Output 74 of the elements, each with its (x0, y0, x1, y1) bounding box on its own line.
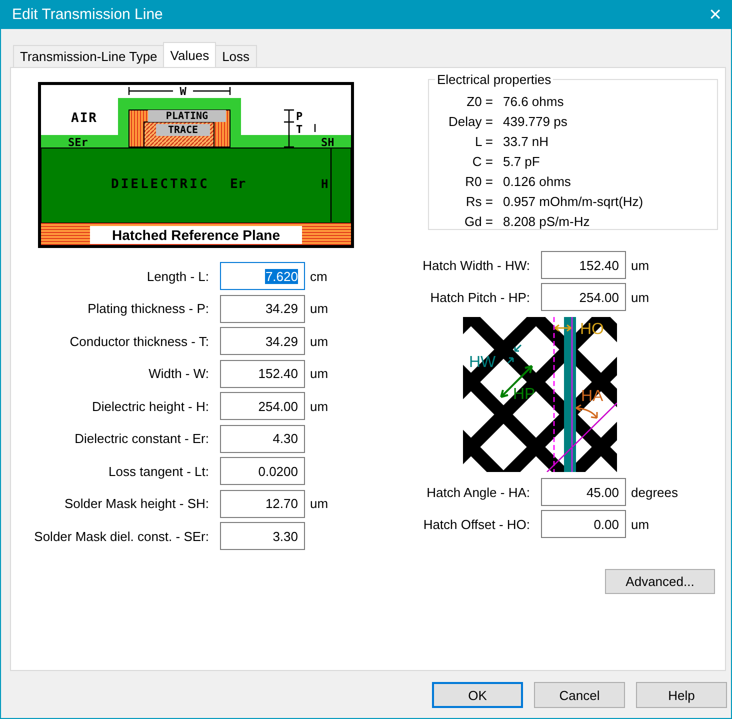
field-label: Dielectric constant - Er: (74, 431, 210, 446)
input-field[interactable]: 152.40 (220, 360, 305, 388)
property-value: 8.208 pS/m-Hz (502, 214, 590, 228)
constant-label: Er (230, 177, 246, 192)
offset-arrow (554, 324, 572, 332)
input-field[interactable]: 254.00 (220, 392, 305, 420)
property-label: Z0 = (466, 94, 493, 108)
field-label: Loss tangent - Lt: (108, 464, 210, 478)
width-label: W (180, 85, 186, 98)
property-value: 5.7 pF (502, 154, 540, 168)
property-value: 0.126 ohms (502, 174, 571, 188)
unit-label: um (630, 290, 650, 304)
tab[interactable]: Values (163, 42, 216, 67)
trace-thickness-label: T (296, 123, 303, 136)
dialog-button[interactable]: OK (432, 682, 523, 708)
unit-label: degrees (630, 484, 678, 500)
property-label: L = (474, 134, 493, 148)
dialog-button[interactable]: Cancel (534, 682, 625, 708)
tab[interactable]: Loss (215, 45, 257, 67)
input-field[interactable]: 34.29 (220, 294, 305, 322)
field-label: Hatch Angle - HA: (426, 484, 531, 500)
property-label: C = (471, 154, 493, 168)
field-label: Plating thickness - P: (86, 301, 210, 316)
field-label: Solder Mask diel. const. - SEr: (33, 528, 210, 544)
advanced-button[interactable]: Advanced... (605, 569, 715, 594)
field-label: Length - L: (146, 268, 210, 284)
input-field[interactable]: 12.70 (220, 490, 305, 518)
field-label: Width - W: (148, 366, 210, 381)
dielectric-label: DIELECTRIC (111, 177, 210, 192)
dialog-button[interactable]: Help (636, 682, 727, 708)
unit-label: um (630, 516, 650, 532)
unit-label: um (309, 334, 328, 348)
field-label: Hatch Pitch - HP: (429, 290, 531, 304)
property-value: 76.6 ohms (502, 94, 564, 108)
group-title: Electrical properties (436, 72, 552, 87)
property-value: 439.779 ps (502, 114, 568, 128)
input-field[interactable]: 0.0200 (220, 457, 305, 485)
unit-label: um (309, 496, 328, 511)
window-title: Edit Transmission Line (11, 6, 163, 23)
plane-label: Hatched Reference Plane (112, 227, 280, 243)
property-value: 33.7 nH (502, 134, 549, 148)
input-field[interactable]: 7.620 (220, 262, 305, 290)
input-field[interactable]: 254.00 (541, 283, 626, 311)
height-label: H (321, 177, 328, 191)
unit-label: um (630, 258, 650, 272)
input-field[interactable]: 0.00 (541, 510, 626, 538)
plating-label: PLATING (166, 111, 208, 122)
field-label: Solder Mask height - SH: (63, 496, 210, 511)
field-label: Hatch Offset - HO: (422, 516, 531, 532)
unit-label: um (309, 366, 328, 381)
tab[interactable]: Transmission-Line Type (13, 45, 164, 67)
property-label: R0 = (464, 174, 493, 188)
input-field[interactable]: 152.40 (541, 251, 626, 279)
unit-label: um (309, 301, 328, 316)
property-label: Rs = (464, 194, 493, 208)
plating-thickness-label: P (296, 110, 303, 123)
air-label: AIR (71, 111, 98, 126)
input-field[interactable]: 4.30 (220, 424, 305, 452)
mask-constant-label: SEr (68, 136, 88, 149)
property-label: Gd = (463, 214, 493, 228)
property-value: 0.957 mOhm/m-sqrt(Hz) (502, 194, 644, 208)
field-label: Conductor thickness - T: (68, 334, 210, 348)
mask-height-label: SH (321, 136, 334, 149)
angle-arrow (575, 404, 598, 419)
input-field[interactable]: 34.29 (220, 327, 305, 355)
input-field[interactable]: 3.30 (220, 522, 305, 550)
unit-label: cm (309, 268, 328, 284)
input-field[interactable]: 45.00 (541, 478, 626, 506)
field-label: Dielectric height - H: (90, 398, 210, 414)
trace-label: TRACE (168, 125, 198, 136)
property-label: Delay = (448, 114, 493, 128)
width-arrow (507, 344, 522, 364)
field-label: Hatch Width - HW: (422, 258, 531, 272)
unit-label: um (309, 398, 328, 414)
